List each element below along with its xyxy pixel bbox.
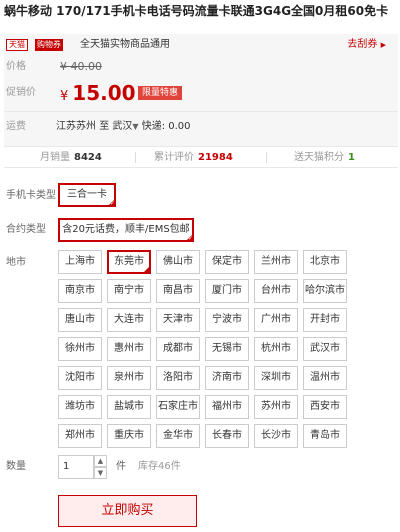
card-type-label: 手机卡类型 [6,190,56,201]
region-label: 地市 [6,257,26,268]
city-option[interactable]: 长沙市 [254,424,298,448]
shipping-fee: 快递: 0.00 [141,121,191,132]
city-option[interactable]: 石家庄市 [156,395,200,419]
city-option[interactable]: 保定市 [205,250,249,274]
product-title: 蜗牛移动 170/171手机卡电话号码流量卡联通3G4G全国0月租60免卡 [4,4,389,18]
ship-destination: 武汉 [112,121,133,132]
city-option[interactable]: 徐州市 [58,337,102,361]
city-option[interactable]: 西安市 [303,395,347,419]
city-option[interactable]: 潍坊市 [58,395,102,419]
shipping-info: 江苏苏州 至 武汉▼ 快递: 0.00 [56,120,191,134]
city-option[interactable]: 武汉市 [303,337,347,361]
contract-type-label: 合约类型 [6,224,46,235]
quantity-decrease-button[interactable]: ▼ [94,467,107,479]
city-option[interactable]: 重庆市 [107,424,151,448]
city-option[interactable]: 南宁市 [107,279,151,303]
promo-price-label: 促销价 [6,87,36,98]
shopping-voucher-badge: 购物券 [35,39,63,51]
city-option[interactable]: 佛山市 [156,250,200,274]
monthly-sales: 月销量 8424 [40,151,102,165]
currency-symbol: ¥ [60,89,69,104]
review-count[interactable]: 累计评价 21984 [154,151,233,165]
review-count-value: 21984 [198,152,233,163]
city-option[interactable]: 深圳市 [254,366,298,390]
shipping-label: 运费 [6,121,26,132]
city-option[interactable]: 洛阳市 [156,366,200,390]
review-count-label: 累计评价 [154,152,194,163]
quantity-label: 数量 [6,461,26,472]
contract-option-selected[interactable]: 含20元话费，顺丰/EMS包邮 [58,218,194,243]
city-option[interactable]: 泉州市 [107,366,151,390]
monthly-sales-label: 月销量 [40,152,70,163]
city-option[interactable]: 沈阳市 [58,366,102,390]
city-option[interactable]: 济南市 [205,366,249,390]
promo-price-value: 15.00 [72,81,136,105]
city-option[interactable]: 厦门市 [205,279,249,303]
city-option[interactable]: 盐城市 [107,395,151,419]
city-option[interactable]: 宁波市 [205,308,249,332]
city-option[interactable]: 南京市 [58,279,102,303]
city-option[interactable]: 杭州市 [254,337,298,361]
city-option[interactable]: 哈尔滨市 [303,279,347,303]
city-option[interactable]: 苏州市 [254,395,298,419]
chevron-right-icon: ▶ [380,41,386,49]
city-option[interactable]: 北京市 [303,250,347,274]
ship-to-word: 至 [99,121,110,132]
original-price: ¥ 40.00 [60,60,102,73]
city-option[interactable]: 成都市 [156,337,200,361]
city-option[interactable]: 福州市 [205,395,249,419]
ship-destination-select[interactable]: 武汉▼ [112,121,138,132]
city-option[interactable]: 长春市 [205,424,249,448]
city-option[interactable]: 郑州市 [58,424,102,448]
stock-count: 库存46件 [138,461,181,472]
quantity-input[interactable]: 1 [58,455,94,479]
city-option[interactable]: 天津市 [156,308,200,332]
city-option[interactable]: 青岛市 [303,424,347,448]
city-option[interactable]: 广州市 [254,308,298,332]
tmall-points-value: 1 [348,152,355,163]
scratch-coupon-link[interactable]: 去刮券 ▶ [347,38,386,52]
buy-now-button[interactable]: 立即购买 [58,495,197,527]
city-option[interactable]: 大连市 [107,308,151,332]
tmall-points: 送天猫积分 1 [294,151,355,165]
scratch-coupon-label: 去刮券 [347,39,378,50]
sales-stats-bar: 月销量 8424 累计评价 21984 送天猫积分 1 [4,146,398,168]
price-panel: 天猫 购物券 全天猫实物商品通用 去刮券 ▶ 价格 ¥ 40.00 促销价 ¥1… [4,34,398,146]
divider [4,111,398,112]
city-option[interactable]: 惠州市 [107,337,151,361]
original-price-label: 价格 [6,61,26,72]
tmall-points-label: 送天猫积分 [294,152,344,163]
city-option[interactable]: 唐山市 [58,308,102,332]
city-option-selected[interactable]: 东莞市 [107,250,151,274]
city-option[interactable]: 兰州市 [254,250,298,274]
ship-from: 江苏苏州 [56,121,96,132]
quantity-unit: 件 [116,461,126,472]
stat-separator [266,152,267,163]
city-option[interactable]: 金华市 [156,424,200,448]
quantity-increase-button[interactable]: ▲ [94,455,107,467]
monthly-sales-value: 8424 [74,152,102,163]
limited-sale-tag: 限量特惠 [138,86,183,100]
city-option[interactable]: 开封市 [303,308,347,332]
city-option[interactable]: 无锡市 [205,337,249,361]
tmall-badge: 天猫 [6,39,28,51]
city-option[interactable]: 温州市 [303,366,347,390]
voucher-description: 全天猫实物商品通用 [80,39,170,50]
city-option[interactable]: 台州市 [254,279,298,303]
promo-price: ¥15.00 [60,80,136,110]
city-option[interactable]: 南昌市 [156,279,200,303]
stat-separator [135,152,136,163]
city-option[interactable]: 上海市 [58,250,102,274]
card-type-option-selected[interactable]: 三合一卡 [58,183,116,208]
chevron-down-icon: ▼ [132,122,139,131]
